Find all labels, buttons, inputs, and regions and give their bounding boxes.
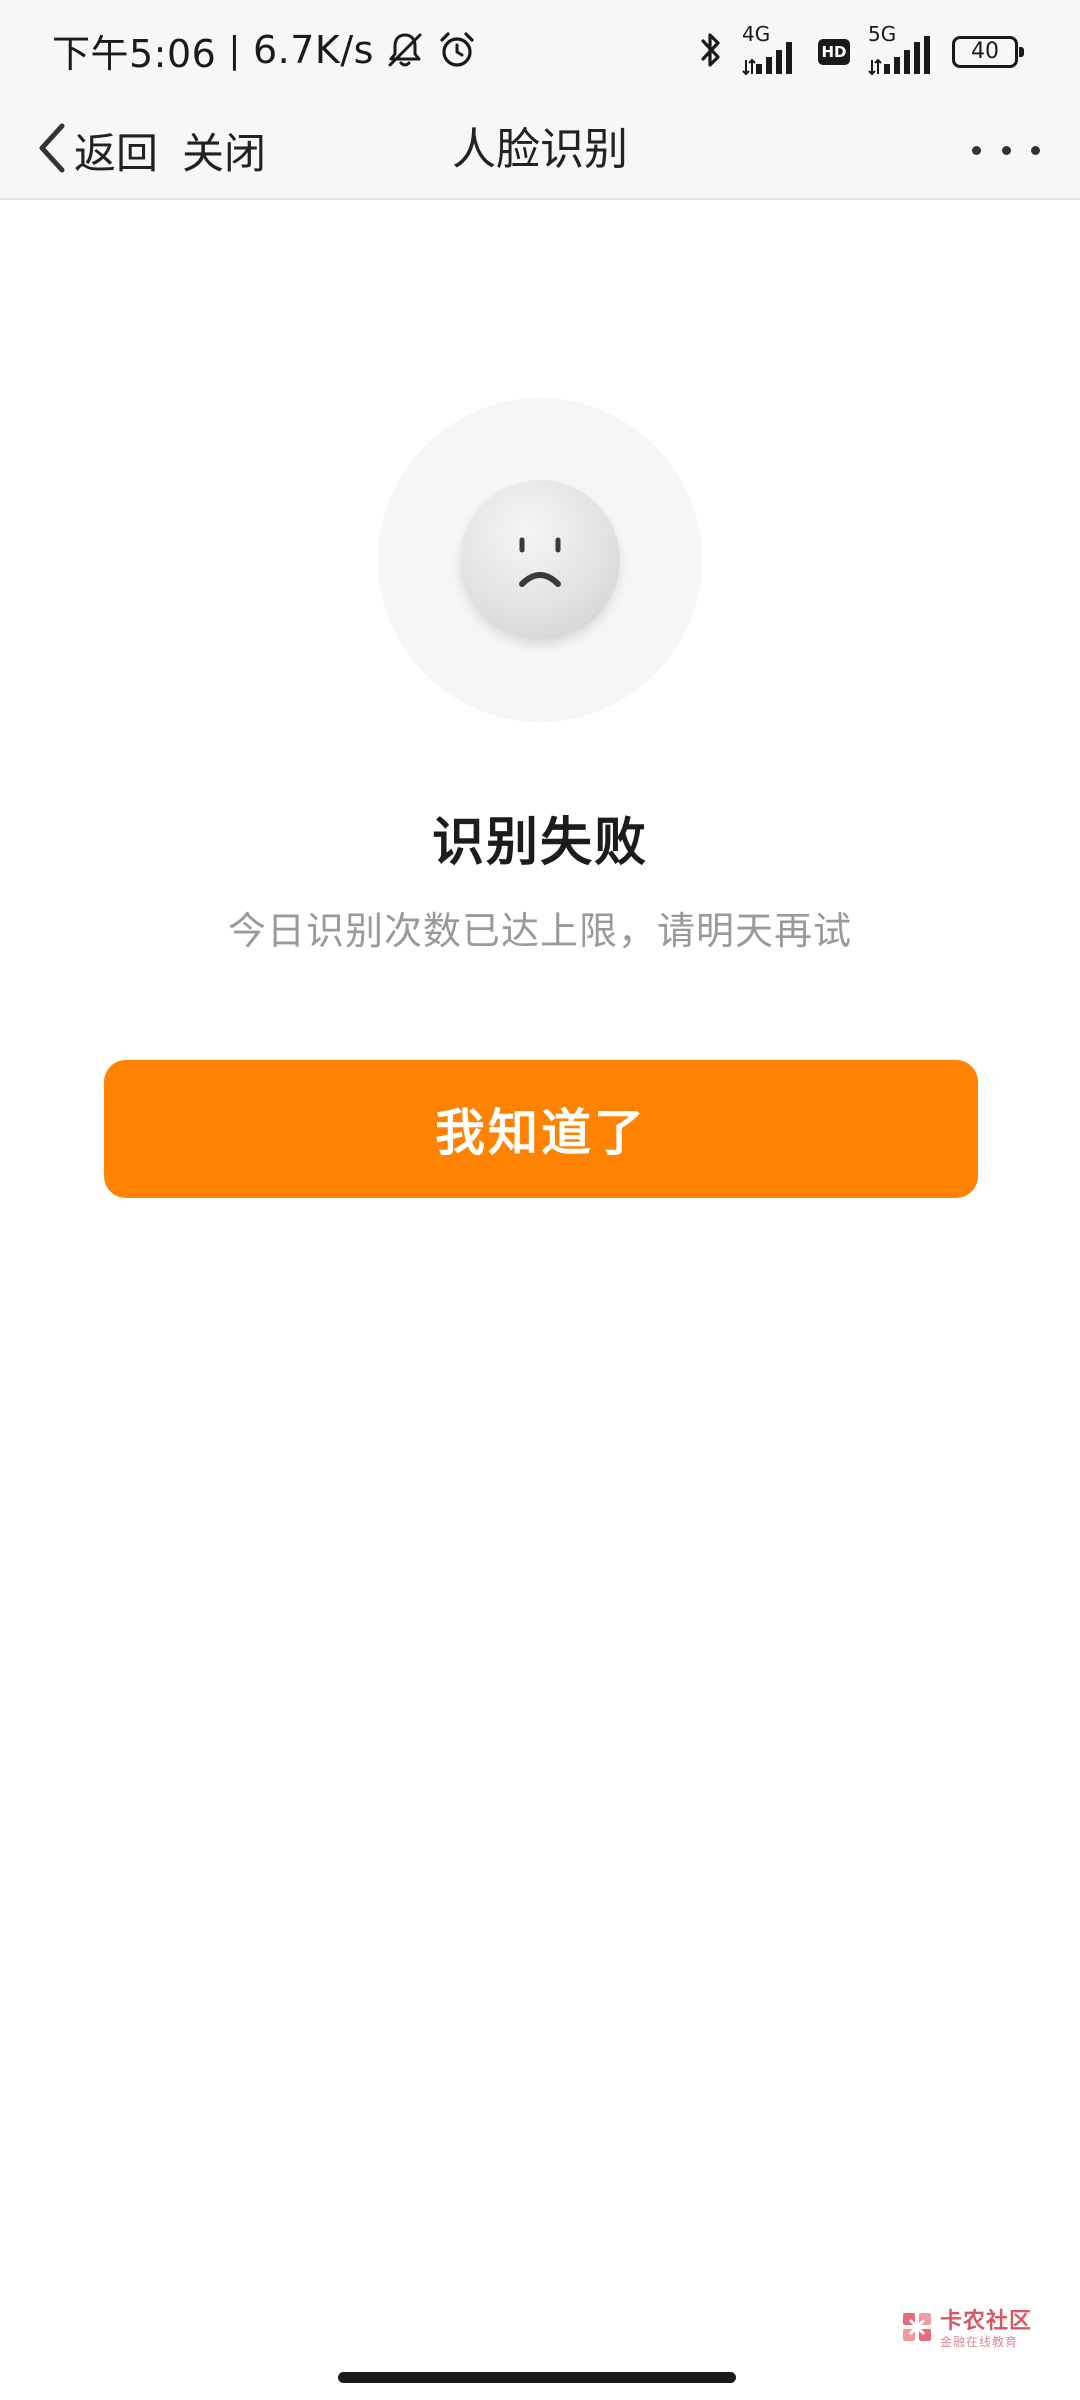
close-button[interactable]: 关闭 <box>182 118 266 182</box>
watermark-logo-icon <box>900 2310 934 2348</box>
page-title: 人脸识别 <box>452 124 628 175</box>
chevron-left-icon <box>34 118 70 182</box>
confirm-button[interactable]: 我知道了 <box>104 1060 978 1198</box>
signal-5g-icon: 5G <box>868 24 934 76</box>
network-5g-label: 5G <box>868 22 897 46</box>
alarm-icon <box>436 29 478 71</box>
bell-muted-icon <box>384 29 426 71</box>
watermark: 卡农社区 金融在线教育 <box>900 2310 1032 2348</box>
status-time: 下午5:06 <box>52 31 217 76</box>
more-button[interactable] <box>972 130 1040 170</box>
network-4g-label: 4G <box>742 22 771 46</box>
back-button[interactable]: 返回 <box>34 118 158 182</box>
back-label: 返回 <box>74 128 159 178</box>
signal-4g-icon: 4G <box>742 24 800 76</box>
watermark-text: 卡农社区 金融在线教育 <box>940 2308 1033 2349</box>
result-subtitle: 今日识别次数已达上限，请明天再试 <box>227 909 852 953</box>
status-left: 下午5:06 | 6.7K/s <box>52 22 478 78</box>
home-indicator[interactable] <box>338 2372 736 2383</box>
status-bar: 下午5:06 | 6.7K/s 4G HD 5G 40 <box>0 0 1080 100</box>
bluetooth-icon <box>698 30 724 74</box>
result-icon-container <box>378 398 702 722</box>
battery-level: 40 <box>971 39 999 64</box>
status-separator: | <box>228 29 241 71</box>
result-title: 识别失败 <box>431 813 648 873</box>
sad-face-icon <box>460 480 620 640</box>
status-net-speed: 6.7K/s <box>252 28 374 72</box>
watermark-main: 卡农社区 <box>940 2308 1033 2334</box>
more-dots-icon <box>972 145 981 155</box>
nav-bar: 返回 关闭 人脸识别 <box>0 100 1080 200</box>
status-right: 4G HD 5G 40 <box>698 24 1024 78</box>
more-dots-icon <box>1031 145 1040 155</box>
watermark-sub: 金融在线教育 <box>940 2334 1019 2349</box>
more-dots-icon <box>1001 145 1011 155</box>
battery-icon: 40 <box>952 36 1024 68</box>
hd-badge: HD <box>818 39 850 65</box>
